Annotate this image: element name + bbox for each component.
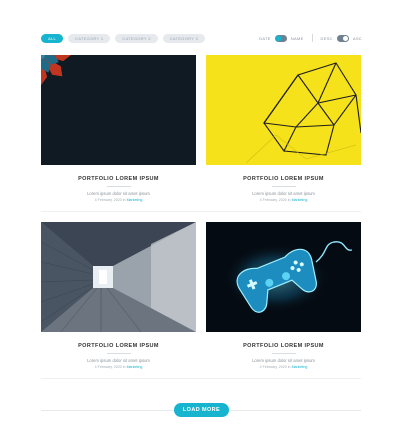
load-more-line-left xyxy=(41,410,174,411)
portfolio-card[interactable]: PORTFOLIO LOREM IPSUM Lorem ipsum dolor … xyxy=(206,55,361,202)
desc-asc-toggle[interactable] xyxy=(336,34,349,42)
filter-chip-category-1[interactable]: CATEGORY 1 xyxy=(68,34,111,43)
sort-name-label: NAME xyxy=(290,35,304,41)
portfolio-image-succulent[interactable] xyxy=(41,55,196,165)
portfolio-image-wire-sculpture[interactable] xyxy=(206,55,361,165)
card-subtitle: Lorem ipsum dolor sit amet ipsum xyxy=(252,358,315,363)
card-subtitle: Lorem ipsum dolor sit amet ipsum xyxy=(252,191,315,196)
sort-separator xyxy=(311,34,313,42)
card-category-link[interactable]: Marketing xyxy=(292,365,308,369)
toggle-knob xyxy=(342,35,348,41)
category-filter-bar: ALL CATEGORY 1 CATEGORY 2 CATEGORY 3 xyxy=(41,34,206,43)
sort-asc-label: ASC xyxy=(352,35,362,41)
portfolio-image-corridor[interactable] xyxy=(41,222,196,332)
card-title[interactable]: PORTFOLIO LOREM IPSUM xyxy=(206,176,361,182)
card-date: 4 February, 2020 in xyxy=(259,365,291,369)
portfolio-card[interactable]: PORTFOLIO LOREM IPSUM Lorem ipsum dolor … xyxy=(206,222,361,369)
sort-date-label: DATE xyxy=(259,35,271,41)
row-divider xyxy=(41,211,361,212)
filter-chip-category-3[interactable]: CATEGORY 3 xyxy=(162,34,206,43)
card-subtitle: Lorem ipsum dolor sit amet ipsum xyxy=(87,358,150,363)
card-category-link[interactable]: Marketing xyxy=(127,198,143,202)
row-divider xyxy=(41,378,361,379)
card-meta: 4 February, 2020 in Marketing xyxy=(41,365,196,369)
card-meta: 4 February, 2020 in Marketing xyxy=(41,198,196,202)
load-more-button[interactable]: LOAD MORE xyxy=(174,403,229,417)
portfolio-card[interactable]: PORTFOLIO LOREM IPSUM Lorem ipsum dolor … xyxy=(41,222,196,369)
card-divider xyxy=(106,186,131,187)
load-more-line-right xyxy=(229,410,361,411)
card-meta: 4 February, 2020 in Marketing xyxy=(206,198,361,202)
card-date: 4 February, 2020 in xyxy=(94,365,126,369)
portfolio-image-gamepad[interactable] xyxy=(206,222,361,332)
card-divider xyxy=(271,186,296,187)
card-meta: 4 February, 2020 in Marketing xyxy=(206,365,361,369)
card-date: 4 February, 2020 in xyxy=(259,198,291,202)
card-category-link[interactable]: Marketing xyxy=(292,198,308,202)
card-divider xyxy=(106,353,131,354)
card-title[interactable]: PORTFOLIO LOREM IPSUM xyxy=(206,343,361,349)
card-date: 4 February, 2020 in xyxy=(94,198,126,202)
card-subtitle: Lorem ipsum dolor sit amet ipsum xyxy=(87,191,150,196)
filter-chip-all[interactable]: ALL xyxy=(41,34,64,43)
sort-desc-label: DESC xyxy=(320,35,333,41)
card-title[interactable]: PORTFOLIO LOREM IPSUM xyxy=(41,343,196,349)
date-name-toggle[interactable] xyxy=(274,34,287,42)
filter-chip-category-2[interactable]: CATEGORY 2 xyxy=(115,34,158,43)
portfolio-card[interactable]: PORTFOLIO LOREM IPSUM Lorem ipsum dolor … xyxy=(41,55,196,202)
toggle-knob xyxy=(275,35,281,41)
card-category-link[interactable]: Marketing xyxy=(127,365,143,369)
sort-controls: DATE NAME DESC ASC xyxy=(259,34,362,42)
card-title[interactable]: PORTFOLIO LOREM IPSUM xyxy=(41,176,196,182)
card-divider xyxy=(271,353,296,354)
